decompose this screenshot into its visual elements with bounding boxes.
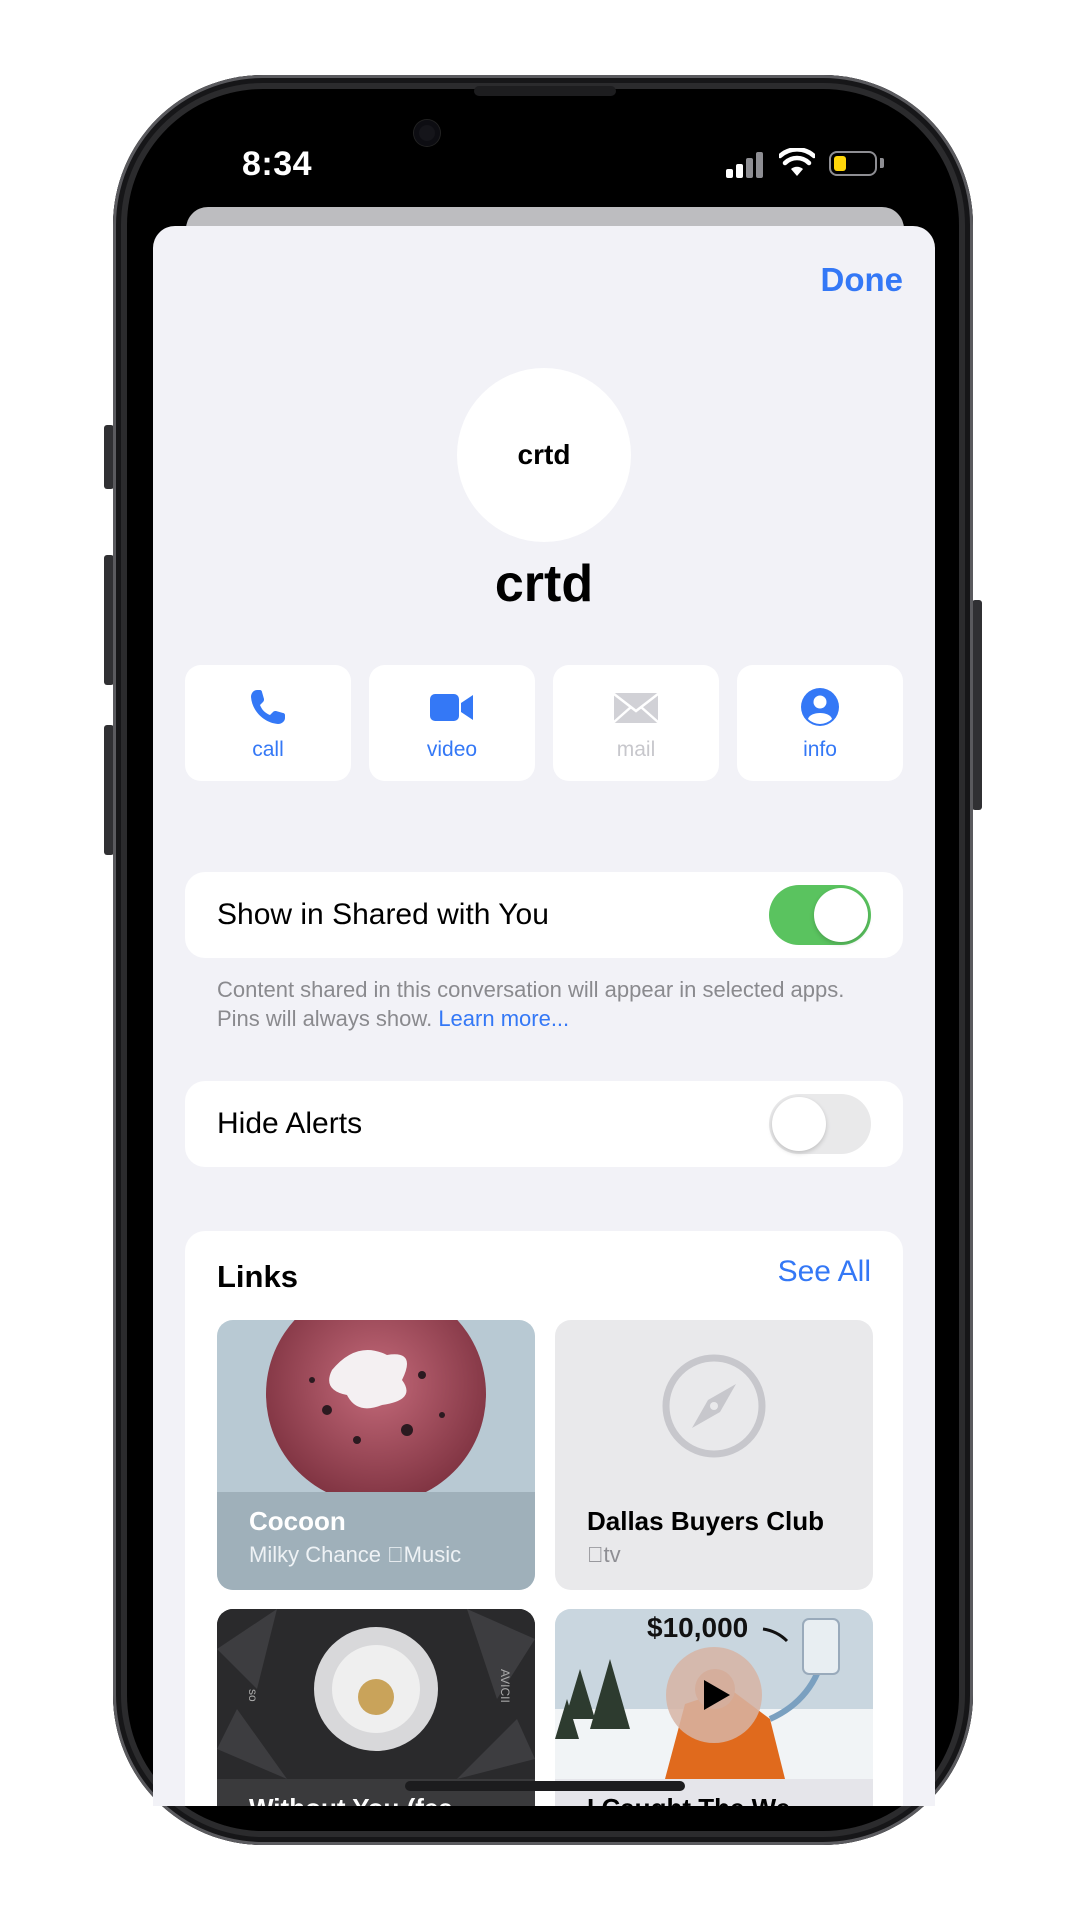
- link-tile-video[interactable]: $10,000 I Caught The We: [555, 1609, 873, 1806]
- tile-title: I Caught The We: [587, 1793, 790, 1806]
- call-label: call: [252, 738, 284, 761]
- link-tile-cocoon[interactable]: Cocoon Milky Chance Music: [217, 1320, 535, 1590]
- person-circle-icon: [801, 688, 839, 726]
- wifi-icon: [779, 148, 815, 176]
- done-button[interactable]: Done: [821, 261, 904, 299]
- phone-icon: [251, 690, 285, 724]
- info-button[interactable]: info: [737, 665, 903, 781]
- hide-alerts-row: Hide Alerts: [185, 1081, 903, 1167]
- status-time: 8:34: [242, 145, 313, 183]
- info-label: info: [803, 738, 837, 761]
- tile-title: Dallas Buyers Club: [587, 1506, 824, 1536]
- front-camera: [414, 120, 440, 146]
- conversation-details-sheet: Done crtd crtd call video mail info Show…: [153, 226, 935, 1806]
- svg-text:so: so: [246, 1689, 260, 1702]
- play-button[interactable]: [666, 1647, 762, 1743]
- envelope-icon: [613, 693, 659, 723]
- apple-logo-icon: : [387, 1542, 404, 1567]
- avatar-initials: crtd: [517, 439, 571, 470]
- video-button[interactable]: video: [369, 665, 535, 781]
- play-icon: [704, 1680, 730, 1710]
- tile-title: Without You (fea: [249, 1793, 453, 1806]
- home-indicator[interactable]: [405, 1781, 685, 1791]
- safari-compass-icon: [662, 1354, 766, 1458]
- tile-title: Cocoon: [249, 1506, 346, 1536]
- mail-label: mail: [616, 738, 656, 761]
- contact-name: crtd: [494, 555, 594, 613]
- links-title: Links: [217, 1259, 298, 1294]
- shared-with-you-row: Show in Shared with You: [185, 872, 903, 958]
- hide-alerts-label: Hide Alerts: [217, 1107, 363, 1140]
- call-button[interactable]: call: [185, 665, 351, 781]
- video-camera-icon: [430, 694, 473, 721]
- battery-icon: [829, 151, 877, 176]
- svg-text:AVICII: AVICII: [498, 1669, 512, 1703]
- album-artwork: so AVICII: [217, 1609, 535, 1779]
- mail-button[interactable]: mail: [553, 665, 719, 781]
- avatar[interactable]: crtd: [457, 368, 631, 542]
- earpiece-speaker: [474, 86, 616, 96]
- action-buttons: call video mail info: [185, 665, 903, 781]
- link-tile-dallas-buyers-club[interactable]: Dallas Buyers Club tv: [555, 1320, 873, 1590]
- shared-with-you-label: Show in Shared with You: [217, 898, 549, 931]
- album-artwork: [266, 1320, 486, 1492]
- tile-subtitle: tv: [587, 1542, 621, 1567]
- learn-more-link[interactable]: Learn more...: [438, 1006, 569, 1031]
- link-tile-without-you[interactable]: so AVICII Without You (fea: [217, 1609, 535, 1806]
- cellular-signal-icon: [726, 150, 764, 178]
- links-section: Links See All Cocoon Milky Chance Music: [185, 1231, 903, 1806]
- tile-subtitle: Milky Chance Music: [249, 1542, 461, 1567]
- video-label: video: [426, 738, 478, 761]
- apple-logo-icon: : [587, 1542, 604, 1567]
- shared-with-you-toggle[interactable]: [769, 885, 871, 945]
- svg-text:$10,000: $10,000: [647, 1612, 748, 1643]
- battery-cap: [880, 158, 884, 168]
- shared-with-you-footnote: Content shared in this conversation will…: [217, 975, 857, 1033]
- power-button: [972, 600, 982, 810]
- hide-alerts-toggle[interactable]: [769, 1094, 871, 1154]
- see-all-link[interactable]: See All: [778, 1255, 871, 1289]
